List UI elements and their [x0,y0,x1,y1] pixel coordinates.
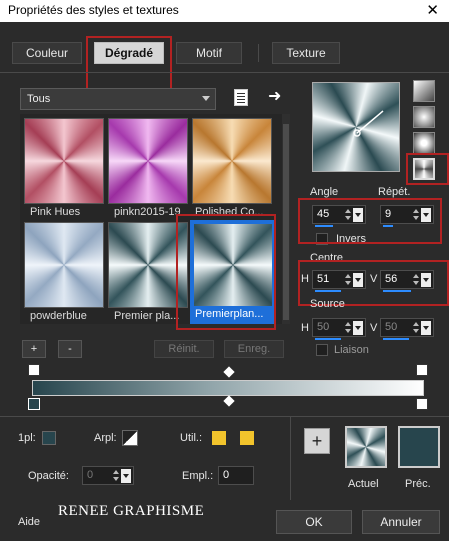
tab-divider [258,44,259,62]
tab-motif[interactable]: Motif [176,42,242,64]
current-preview[interactable] [345,426,387,468]
chevron-down-icon [202,96,210,101]
remove-gradient-button[interactable]: - [58,340,82,358]
util-label: Util.: [180,432,202,444]
background-swatch[interactable] [122,430,138,446]
bottom-stop-left-icon[interactable] [28,398,40,410]
category-value: Tous [27,93,51,105]
title-bar: Propriétés des styles et textures ✕ [0,0,449,22]
source-v-label: V [370,322,378,334]
source-h-value: 50 [317,321,330,333]
help-link[interactable]: Aide [18,516,40,528]
previous-label: Préc. [405,478,431,490]
repeat-label: Répét. [378,186,411,198]
save-gradient-button[interactable]: Enreg. [224,340,284,358]
add-gradient-button[interactable]: + [22,340,46,358]
source-h-spinner[interactable]: 50 [312,318,366,340]
gradient-thumb-polished[interactable] [192,118,272,204]
gradient-bar[interactable] [32,380,424,396]
source-h-label: H [301,322,309,334]
gradient-thumb-powderblue[interactable] [24,222,104,308]
empl-field[interactable]: 0 [218,466,254,485]
divider [290,416,291,500]
library-scrollbar[interactable] [282,114,290,324]
reset-button[interactable]: Réinit. [154,340,214,358]
source-v-value: 50 [385,321,398,333]
gradient-thumb-label: powderblue [30,310,87,322]
pl-label: 1pl: [18,432,36,444]
window-title: Propriétés des styles et textures [8,3,179,17]
midpoint-top-icon[interactable] [223,366,235,378]
linear-style-icon[interactable] [413,80,435,102]
opacity-label: Opacité: [28,470,69,482]
link-label: Liaison [334,344,369,356]
cancel-button[interactable]: Annuler [362,510,440,534]
highlight-box-selected [176,214,276,330]
watermark: RENEE GRAPHISME [58,503,205,519]
top-stop-right-icon[interactable] [416,364,428,376]
gradient-thumb-pink-hues[interactable] [24,118,104,204]
tab-texture[interactable]: Texture [272,42,340,64]
source-v-spinner[interactable]: 50 [380,318,434,340]
opacity-spinner[interactable]: 0 [82,466,134,485]
foreground-swatch[interactable] [42,431,56,445]
gradient-thumb-label: Pink Hues [30,206,81,218]
arpl-label: Arpl: [94,432,117,444]
used-color-1-swatch[interactable] [212,431,226,445]
link-checkbox[interactable] [316,344,328,356]
highlight-box-angle [298,198,442,244]
previous-preview[interactable] [398,426,440,468]
source-label: Source [310,298,345,310]
empl-label: Empl.: [182,470,214,482]
arrow-right-icon[interactable]: ➜ [268,86,281,106]
scrollbar-thumb[interactable] [283,124,289,320]
gradient-thumb-pinkn[interactable] [108,118,188,204]
category-dropdown[interactable]: Tous [20,88,216,110]
library-options-icon[interactable] [234,89,248,106]
radial-style-icon[interactable] [413,132,435,154]
angle-label: Angle [310,186,339,198]
add-to-library-button[interactable]: + [304,428,330,454]
rectangular-style-icon[interactable] [413,106,435,128]
close-icon[interactable]: ✕ [426,1,439,19]
used-color-2-swatch[interactable] [240,431,254,445]
empl-value: 0 [223,469,230,481]
highlight-box-style [406,153,449,185]
midpoint-bottom-icon[interactable] [223,395,235,407]
bottom-stop-right-icon[interactable] [416,398,428,410]
current-label: Actuel [348,478,379,490]
gradient-preview[interactable] [312,82,400,172]
divider [0,72,449,73]
top-stop-left-icon[interactable] [28,364,40,376]
ok-button[interactable]: OK [276,510,352,534]
tab-couleur[interactable]: Couleur [12,42,82,64]
divider [0,416,449,417]
opacity-value: 0 [87,469,94,481]
